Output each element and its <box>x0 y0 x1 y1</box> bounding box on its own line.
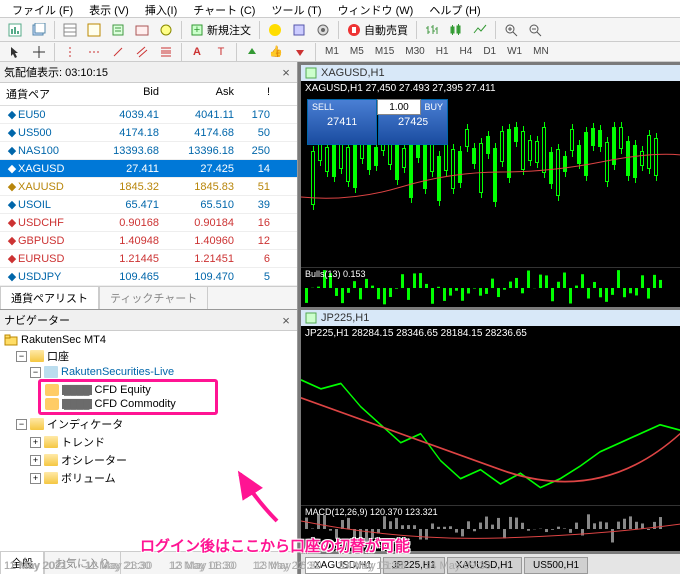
channel-icon[interactable] <box>131 42 153 62</box>
timeframe-M5[interactable]: M5 <box>345 45 369 58</box>
tree-root[interactable]: RakutenSec MT4 <box>2 333 295 347</box>
thumb-icon[interactable]: 👍 <box>265 42 287 62</box>
account-highlight: ████ CFD Equity ████ CFD Commodity <box>38 379 218 415</box>
candle-chart-icon[interactable] <box>445 20 467 40</box>
terminal-icon[interactable] <box>131 20 153 40</box>
close-icon[interactable]: × <box>279 313 293 327</box>
new-chart-icon[interactable] <box>4 20 26 40</box>
symbol-row-XAGUSD[interactable]: ◆XAGUSD27.41127.42514 <box>0 160 297 178</box>
tab-symbol-list[interactable]: 通貨ペアリスト <box>0 286 99 309</box>
timeframe-M1[interactable]: M1 <box>320 45 344 58</box>
timeframe-MN[interactable]: MN <box>528 45 554 58</box>
chart-area[interactable]: JP225,H1 28284.15 28346.65 28184.15 2823… <box>301 326 680 506</box>
tree-account-1[interactable]: ████ CFD Equity <box>43 383 213 397</box>
bar-chart-icon[interactable] <box>421 20 443 40</box>
symbol-row-XAUUSD[interactable]: ◆XAUUSD1845.321845.8351 <box>0 178 297 196</box>
timeframe-H4[interactable]: H4 <box>455 45 478 58</box>
symbol-row-GBPUSD[interactable]: ◆GBPUSD1.409481.4096012 <box>0 232 297 250</box>
cursor-icon[interactable] <box>4 42 26 62</box>
menu-item[interactable]: チャート (C) <box>185 1 263 16</box>
arrow-down-icon[interactable] <box>289 42 311 62</box>
symbol-row-USDCHF[interactable]: ◆USDCHF0.901680.9018416 <box>0 214 297 232</box>
menu-item[interactable]: ヘルプ (H) <box>421 1 488 16</box>
symbol-row-USDJPY[interactable]: ◆USDJPY109.465109.4705 <box>0 268 297 286</box>
trendline-icon[interactable] <box>107 42 129 62</box>
indicator-bulls[interactable]: Bulls(13) 0.153 <box>301 267 680 307</box>
chart-area[interactable]: XAGUSD,H1 27,450 27.493 27,395 27.411 SE… <box>301 81 680 267</box>
toolbar-1: +新規注文 自動売買 <box>0 18 680 42</box>
tab-tick-chart[interactable]: ティックチャート <box>99 286 208 309</box>
tree-account-2[interactable]: ████ CFD Commodity <box>43 397 213 411</box>
market-watch-title: 気配値表示: 03:10:15 <box>4 64 108 80</box>
autotrade-button[interactable]: 自動売買 <box>343 22 412 38</box>
vline-icon[interactable] <box>59 42 81 62</box>
menu-item[interactable]: ウィンドウ (W) <box>330 1 422 16</box>
zoom-in-icon[interactable] <box>500 20 522 40</box>
chart-window-xagusd: XAGUSD,H1 XAGUSD,H1 27,450 27.493 27,395… <box>301 65 680 307</box>
timeframe-H1[interactable]: H1 <box>431 45 454 58</box>
timeframe-D1[interactable]: D1 <box>478 45 501 58</box>
chart-window-jp225: JP225,H1 JP225,H1 28284.15 28346.65 2818… <box>301 310 680 552</box>
menu-item[interactable]: ファイル (F) <box>4 1 81 16</box>
toolbar-2: A T 👍 M1M5M15M30H1H4D1W1MN <box>0 42 680 62</box>
timeframe-M30[interactable]: M30 <box>400 45 429 58</box>
tree-indicator-group[interactable]: +トレンド <box>2 433 295 451</box>
symbol-row-USOIL[interactable]: ◆USOIL65.47165.51039 <box>0 196 297 214</box>
symbol-row-EURUSD[interactable]: ◆EURUSD1.214451.214516 <box>0 250 297 268</box>
sell-button[interactable]: SELL27411 <box>307 99 377 145</box>
zoom-out-icon[interactable] <box>524 20 546 40</box>
crosshair-icon[interactable] <box>28 42 50 62</box>
chart-titlebar[interactable]: XAGUSD,H1 <box>301 65 680 81</box>
arrow-up-icon[interactable] <box>241 42 263 62</box>
symbol-row-US500[interactable]: ◆US5004174.184174.6850 <box>0 124 297 142</box>
menu-item[interactable]: 挿入(I) <box>137 1 185 16</box>
symbol-row-NAS100[interactable]: ◆NAS10013393.6813396.18250 <box>0 142 297 160</box>
timeframe-M15[interactable]: M15 <box>370 45 399 58</box>
navigator-icon[interactable] <box>107 20 129 40</box>
chart-titlebar[interactable]: JP225,H1 <box>301 310 680 326</box>
close-icon[interactable]: × <box>279 65 293 79</box>
volume-input[interactable] <box>377 99 421 115</box>
hline-icon[interactable] <box>83 42 105 62</box>
tree-indicators[interactable]: −インディケータ <box>2 415 295 433</box>
symbol-row-EU50[interactable]: ◆EU504039.414041.11170 <box>0 106 297 124</box>
text-icon[interactable]: A <box>186 42 208 62</box>
options-icon[interactable] <box>312 20 334 40</box>
tree-accounts[interactable]: −口座 <box>2 347 295 365</box>
new-order-button[interactable]: +新規注文 <box>186 22 255 38</box>
svg-text:+: + <box>194 24 200 36</box>
annotation-text: ログイン後はここから口座の切替が可能 <box>140 535 410 556</box>
meta-icon[interactable] <box>264 20 286 40</box>
strategy-tester-icon[interactable] <box>155 20 177 40</box>
navigator-title: ナビゲーター <box>4 312 70 328</box>
text-label-icon[interactable]: T <box>210 42 232 62</box>
expert-icon[interactable] <box>288 20 310 40</box>
timeframe-W1[interactable]: W1 <box>502 45 527 58</box>
fibo-icon[interactable] <box>155 42 177 62</box>
data-window-icon[interactable] <box>83 20 105 40</box>
menu-item[interactable]: 表示 (V) <box>81 1 137 16</box>
profiles-icon[interactable] <box>28 20 50 40</box>
tree-server[interactable]: −RakutenSecurities-Live <box>2 365 295 379</box>
market-watch-panel: 気配値表示: 03:10:15× 通貨ペアBidAsk! ◆EU504039.4… <box>0 62 297 309</box>
menu-item[interactable]: ツール (T) <box>263 1 329 16</box>
line-chart-icon[interactable] <box>469 20 491 40</box>
menu-bar: ファイル (F)表示 (V)挿入(I)チャート (C)ツール (T)ウィンドウ … <box>0 0 680 18</box>
market-watch-icon[interactable] <box>59 20 81 40</box>
